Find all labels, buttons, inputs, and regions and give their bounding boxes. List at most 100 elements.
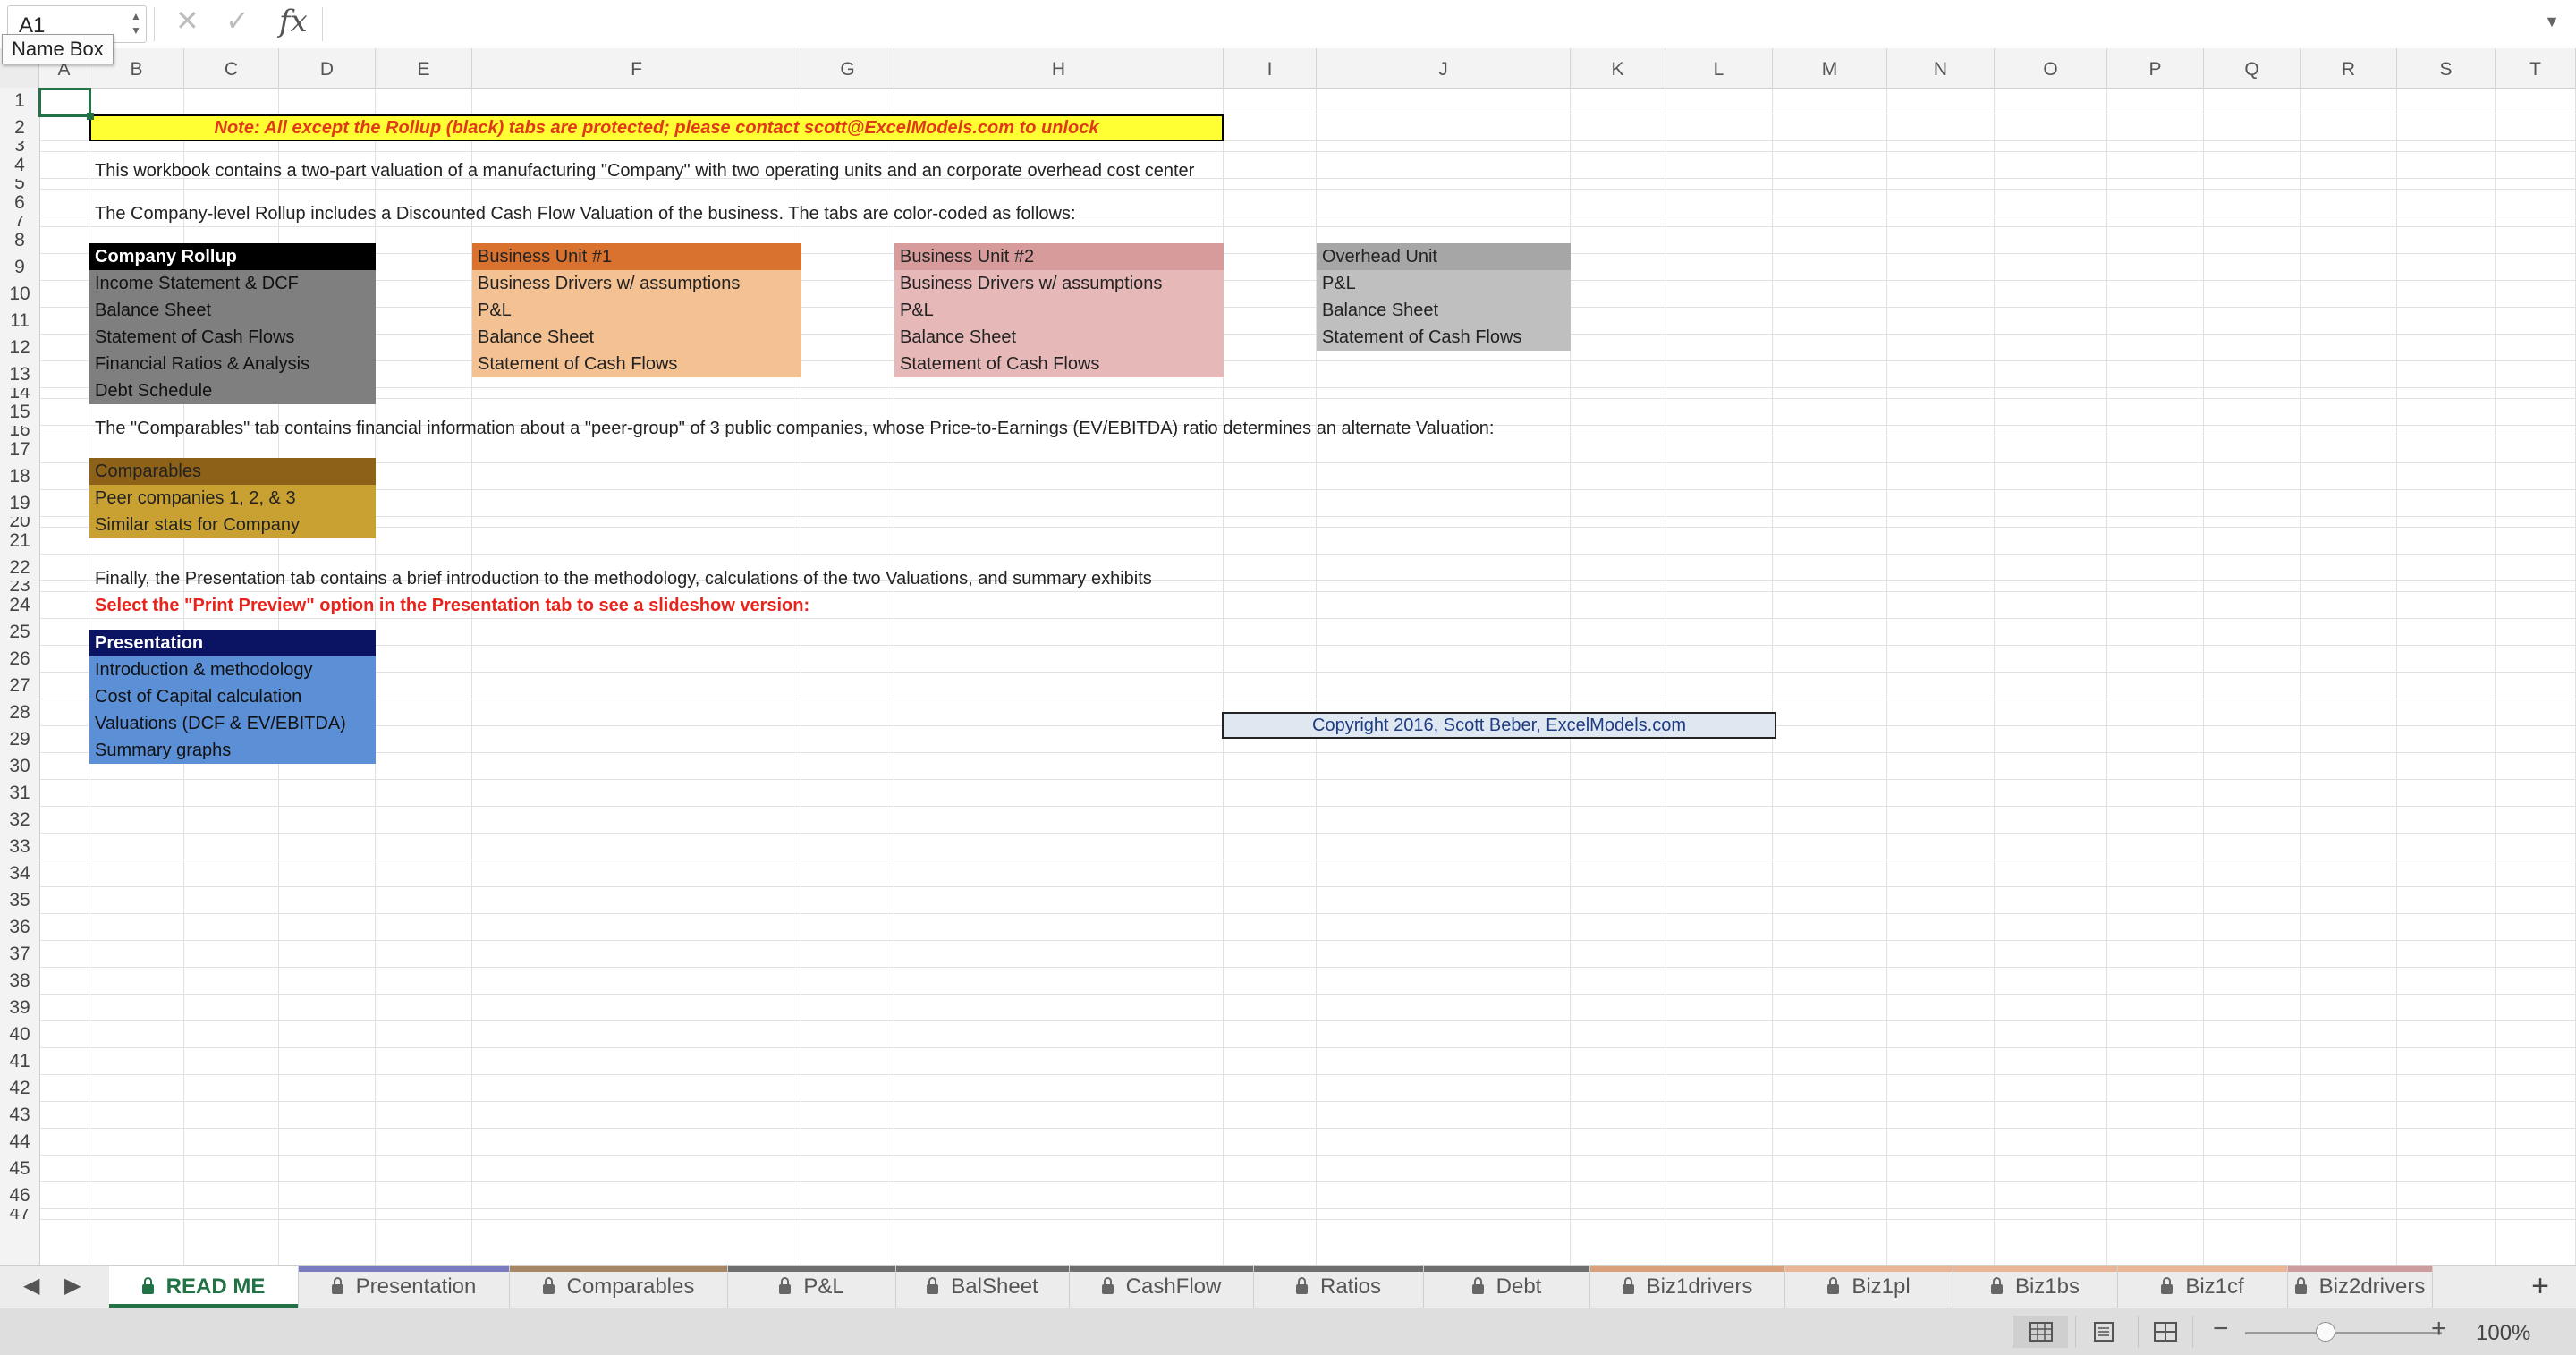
confirm-icon[interactable]: ✓ — [225, 4, 250, 38]
row-header-2[interactable]: 2 — [0, 114, 39, 141]
active-cell-A1[interactable] — [38, 88, 91, 117]
row-header-17[interactable]: 17 — [0, 436, 39, 463]
sheet-tab-cashflow[interactable]: CashFlow — [1070, 1266, 1254, 1308]
previous-sheet-icon[interactable]: ◀ — [23, 1273, 39, 1299]
business-unit-1-item[interactable]: Statement of Cash Flows — [472, 351, 801, 377]
row-header-21[interactable]: 21 — [0, 528, 39, 555]
row-header-42[interactable]: 42 — [0, 1075, 39, 1102]
row-header-32[interactable]: 32 — [0, 807, 39, 834]
row-header-44[interactable]: 44 — [0, 1129, 39, 1156]
row-header-9[interactable]: 9 — [0, 254, 39, 281]
presentation-item[interactable]: Cost of Capital calculation — [89, 683, 376, 710]
function-icon[interactable]: fx — [279, 4, 308, 39]
business-unit-2-item[interactable]: Statement of Cash Flows — [894, 351, 1224, 377]
expand-icon[interactable]: ▼ — [2544, 13, 2560, 31]
overhead-unit-item[interactable]: Balance Sheet — [1317, 297, 1571, 324]
zoom-in-icon[interactable]: + — [2431, 1314, 2447, 1344]
row-header-34[interactable]: 34 — [0, 860, 39, 887]
name-box-stepper-icon[interactable]: ▲ ▼ — [130, 9, 142, 38]
row-header-35[interactable]: 35 — [0, 887, 39, 914]
overhead-unit-item[interactable]: P&L — [1317, 270, 1571, 297]
sheet-tab-balsheet[interactable]: BalSheet — [896, 1266, 1070, 1308]
business-unit-1-item[interactable]: Business Drivers w/ assumptions — [472, 270, 801, 297]
column-header-S[interactable]: S — [2397, 48, 2496, 88]
row-header-22[interactable]: 22 — [0, 555, 39, 581]
company-rollup-header[interactable]: Company Rollup — [89, 243, 376, 270]
sheet-tab-biz2drivers[interactable]: Biz2drivers — [2288, 1266, 2433, 1308]
row-header-18[interactable]: 18 — [0, 463, 39, 490]
zoom-out-icon[interactable]: − — [2213, 1314, 2229, 1344]
zoom-slider-thumb[interactable] — [2316, 1322, 2336, 1342]
business-unit-1-header[interactable]: Business Unit #1 — [472, 243, 801, 270]
sheet-tab-biz1bs[interactable]: Biz1bs — [1953, 1266, 2118, 1308]
company-rollup-item[interactable]: Debt Schedule — [89, 377, 376, 404]
business-unit-2-header[interactable]: Business Unit #2 — [894, 243, 1224, 270]
sheet-tab-p-l[interactable]: P&L — [728, 1266, 896, 1308]
page-layout-icon[interactable] — [2075, 1316, 2131, 1348]
row-header-29[interactable]: 29 — [0, 726, 39, 753]
row-header-28[interactable]: 28 — [0, 699, 39, 726]
presentation-header[interactable]: Presentation — [89, 630, 376, 656]
column-header-L[interactable]: L — [1665, 48, 1773, 88]
row-header-10[interactable]: 10 — [0, 281, 39, 308]
row-header-38[interactable]: 38 — [0, 968, 39, 995]
worksheet-grid[interactable]: 1 2 3 4 5 6 7 8 9 10 11 12 13 14 15 16 17 18 19 20 21 22 23 24 2… — [0, 88, 2576, 1265]
row-header-15[interactable]: 15 — [0, 399, 39, 426]
presentation-item[interactable]: Valuations (DCF & EV/EBITDA) — [89, 710, 376, 737]
sheet-tab-biz1pl[interactable]: Biz1pl — [1785, 1266, 1953, 1308]
column-header-R[interactable]: R — [2301, 48, 2397, 88]
row-header-47[interactable]: 47 — [0, 1209, 39, 1220]
row-header-12[interactable]: 12 — [0, 335, 39, 361]
column-header-C[interactable]: C — [184, 48, 279, 88]
row-header-26[interactable]: 26 — [0, 646, 39, 673]
overhead-unit-item[interactable]: Statement of Cash Flows — [1317, 324, 1571, 351]
row-header-33[interactable]: 33 — [0, 834, 39, 860]
business-unit-1-item[interactable]: Balance Sheet — [472, 324, 801, 351]
column-header-I[interactable]: I — [1224, 48, 1317, 88]
comparables-item[interactable]: Similar stats for Company — [89, 512, 376, 538]
column-header-E[interactable]: E — [376, 48, 472, 88]
row-header-4[interactable]: 4 — [0, 152, 39, 179]
sheet-tab-ratios[interactable]: Ratios — [1254, 1266, 1424, 1308]
comparables-header[interactable]: Comparables — [89, 458, 376, 485]
business-unit-2-item[interactable]: Balance Sheet — [894, 324, 1224, 351]
row-header-7[interactable]: 7 — [0, 216, 39, 227]
row-header-3[interactable]: 3 — [0, 141, 39, 152]
row-header-43[interactable]: 43 — [0, 1102, 39, 1129]
zoom-level[interactable]: 100% — [2476, 1321, 2530, 1346]
cancel-icon[interactable]: ✕ — [175, 4, 199, 38]
fill-handle[interactable] — [87, 113, 94, 120]
row-header-8[interactable]: 8 — [0, 227, 39, 254]
company-rollup-item[interactable]: Statement of Cash Flows — [89, 324, 376, 351]
page-break-icon[interactable] — [2138, 1316, 2193, 1348]
column-header-Q[interactable]: Q — [2204, 48, 2301, 88]
company-rollup-item[interactable]: Balance Sheet — [89, 297, 376, 324]
column-header-M[interactable]: M — [1773, 48, 1887, 88]
row-header-6[interactable]: 6 — [0, 190, 39, 216]
row-header-31[interactable]: 31 — [0, 780, 39, 807]
presentation-item[interactable]: Summary graphs — [89, 737, 376, 764]
row-header-19[interactable]: 19 — [0, 490, 39, 517]
row-header-11[interactable]: 11 — [0, 308, 39, 335]
column-header-K[interactable]: K — [1571, 48, 1665, 88]
row-header-46[interactable]: 46 — [0, 1182, 39, 1209]
column-header-D[interactable]: D — [279, 48, 376, 88]
business-unit-1-item[interactable]: P&L — [472, 297, 801, 324]
column-header-N[interactable]: N — [1887, 48, 1995, 88]
row-header-1[interactable]: 1 — [0, 88, 39, 114]
row-header-30[interactable]: 30 — [0, 753, 39, 780]
overhead-unit-header[interactable]: Overhead Unit — [1317, 243, 1571, 270]
sheet-tab-presentation[interactable]: Presentation — [299, 1266, 510, 1308]
sheet-tab-comparables[interactable]: Comparables — [510, 1266, 728, 1308]
column-header-T[interactable]: T — [2496, 48, 2576, 88]
column-header-P[interactable]: P — [2107, 48, 2204, 88]
row-header-23[interactable]: 23 — [0, 581, 39, 592]
row-header-24[interactable]: 24 — [0, 592, 39, 619]
row-header-5[interactable]: 5 — [0, 179, 39, 190]
sheet-tab-biz1drivers[interactable]: Biz1drivers — [1590, 1266, 1785, 1308]
business-unit-2-item[interactable]: P&L — [894, 297, 1224, 324]
row-header-14[interactable]: 14 — [0, 388, 39, 399]
row-header-37[interactable]: 37 — [0, 941, 39, 968]
comparables-item[interactable]: Peer companies 1, 2, & 3 — [89, 485, 376, 512]
business-unit-2-item[interactable]: Business Drivers w/ assumptions — [894, 270, 1224, 297]
